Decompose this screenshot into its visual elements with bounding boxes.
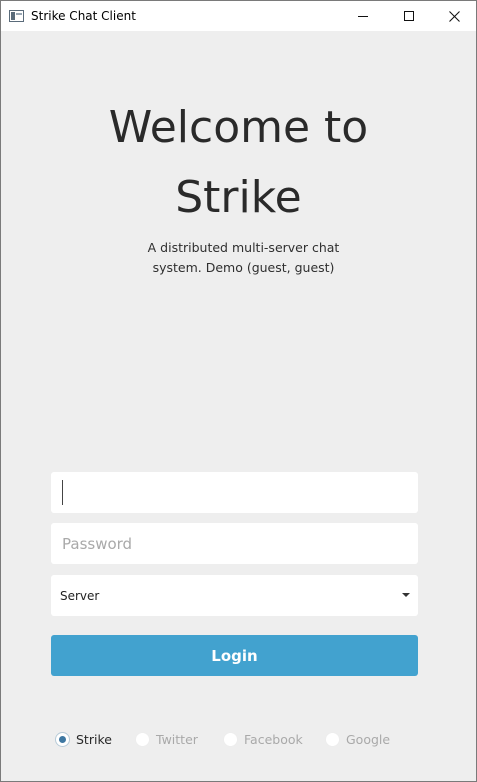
maximize-button[interactable] <box>386 1 432 31</box>
minimize-button[interactable] <box>340 1 386 31</box>
welcome-heading: Welcome to Strike <box>1 93 476 233</box>
app-icon <box>9 10 24 22</box>
provider-radio-google[interactable]: Google <box>325 730 390 748</box>
provider-radio-facebook[interactable]: Facebook <box>223 730 303 748</box>
close-icon <box>448 10 460 22</box>
login-panel: Welcome to Strike A distributed multi-se… <box>1 31 476 781</box>
radio-twitter[interactable] <box>135 731 150 747</box>
title-bar[interactable]: Strike Chat Client <box>1 1 476 31</box>
provider-radio-twitter[interactable]: Twitter <box>135 730 198 748</box>
provider-label-facebook: Facebook <box>244 731 303 747</box>
app-window: Strike Chat Client Welcome to Strike A d… <box>0 0 477 782</box>
radio-google[interactable] <box>325 731 340 747</box>
maximize-icon <box>404 11 414 21</box>
server-select-value: Server <box>60 588 100 603</box>
minimize-icon <box>358 15 368 17</box>
close-button[interactable] <box>431 1 477 31</box>
text-cursor <box>62 480 63 505</box>
welcome-subtitle: A distributed multi-server chat system. … <box>141 238 346 278</box>
subtitle-line-1: A distributed multi-server chat <box>147 240 340 255</box>
provider-label-strike: Strike <box>76 731 112 747</box>
login-button[interactable]: Login <box>51 635 418 676</box>
radio-strike[interactable] <box>55 731 70 747</box>
welcome-line-1: Welcome to <box>108 102 369 153</box>
subtitle-line-2: system. Demo (guest, guest) <box>152 260 335 275</box>
password-field[interactable] <box>51 523 418 564</box>
window-title: Strike Chat Client <box>31 9 136 23</box>
server-select[interactable]: Server <box>51 575 418 616</box>
provider-label-twitter: Twitter <box>156 731 198 747</box>
welcome-line-2: Strike <box>175 172 302 223</box>
radio-facebook[interactable] <box>223 731 238 747</box>
username-field[interactable] <box>51 472 418 513</box>
chevron-down-icon <box>402 593 410 597</box>
provider-label-google: Google <box>346 731 391 747</box>
provider-radio-strike[interactable]: Strike <box>55 730 112 748</box>
